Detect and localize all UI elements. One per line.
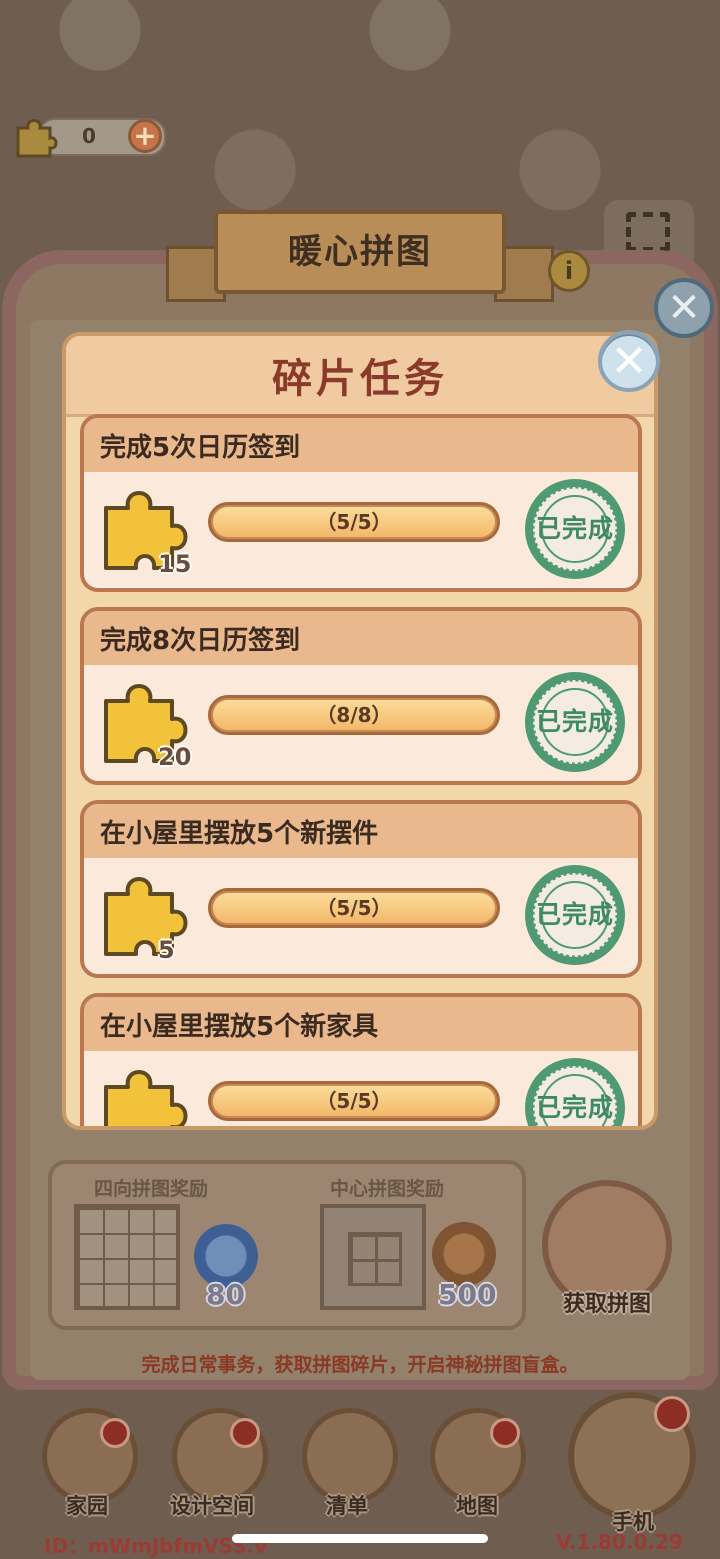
four-way-reward-label: 四向拼图奖励 — [94, 1178, 209, 1200]
completed-stamp-icon: 已完成 — [520, 667, 630, 777]
center-reward-label: 中心拼图奖励 — [330, 1178, 445, 1200]
dialog-header: 碎片任务 — [66, 336, 654, 417]
puzzle-piece-icon — [104, 877, 188, 956]
task-card: 在小屋里摆放5个新家具 5 （5/5） 已完成 — [80, 993, 642, 1126]
nav-map-label: 地图 — [456, 1494, 498, 1518]
add-currency-button[interactable]: + — [128, 119, 162, 153]
completed-stamp-icon: 已完成 — [520, 860, 630, 970]
fullscreen-icon — [626, 212, 670, 252]
leaf-coin-icon — [432, 1222, 496, 1286]
task-header: 在小屋里摆放5个新摆件 — [84, 804, 638, 858]
task-header: 完成5次日历签到 — [84, 418, 638, 472]
four-way-reward-amount: 80 — [206, 1278, 245, 1311]
four-way-puzzle-grid — [74, 1204, 180, 1310]
task-progress-bar: （5/5） — [208, 502, 500, 542]
task-card: 完成5次日历签到 15 （5/5） 已完成 — [80, 414, 642, 592]
notification-badge — [230, 1418, 260, 1448]
task-reward-amount: 20 — [158, 743, 192, 771]
task-progress-text: （5/5） — [316, 510, 392, 534]
nav-design-label: 设计空间 — [170, 1494, 254, 1518]
task-header: 完成8次日历签到 — [84, 611, 638, 665]
notification-badge — [100, 1418, 130, 1448]
task-progress-text: （8/8） — [316, 703, 392, 727]
info-button[interactable]: i — [548, 250, 590, 292]
hint-text: 完成日常事务，获取拼图碎片，开启神秘拼图盲盒。 — [141, 1354, 579, 1376]
task-status-label: 已完成 — [535, 514, 614, 543]
completed-stamp-icon: 已完成 — [520, 1053, 630, 1126]
fragment-tasks-dialog: 碎片任务 完成5次日历签到 15 （5/5） 已完成 完成8次日历签到 20 （8/8） 已完… — [62, 332, 658, 1130]
task-header: 在小屋里摆放5个新家具 — [84, 997, 638, 1051]
nav-home-label: 家园 — [66, 1494, 108, 1518]
task-progress-text: （5/5） — [316, 896, 392, 920]
version-label: V.1.80.0.29 — [556, 1530, 683, 1554]
task-reward: 5 — [98, 1061, 198, 1126]
puzzle-piece-icon — [104, 1070, 188, 1126]
task-title: 在小屋里摆放5个新摆件 — [100, 818, 379, 849]
task-status-label: 已完成 — [535, 707, 614, 736]
dialog-close-button[interactable]: ✕ — [598, 330, 660, 392]
task-status-label: 已完成 — [535, 1093, 614, 1122]
task-progress-bar: （5/5） — [208, 1081, 500, 1121]
task-card: 在小屋里摆放5个新摆件 5 （5/5） 已完成 — [80, 800, 642, 978]
puzzle-window-close-button[interactable]: ✕ — [654, 278, 714, 338]
center-reward-amount: 500 — [438, 1278, 497, 1311]
task-reward-amount: 15 — [158, 550, 192, 578]
task-title: 完成5次日历签到 — [100, 432, 301, 463]
task-reward-amount: 5 — [158, 936, 175, 964]
task-progress-text: （5/5） — [316, 1089, 392, 1113]
task-status-label: 已完成 — [535, 900, 614, 929]
puzzle-window-title-banner: 暖心拼图 — [214, 210, 506, 294]
task-card: 完成8次日历签到 20 （8/8） 已完成 — [80, 607, 642, 785]
task-progress-bar: （8/8） — [208, 695, 500, 735]
task-title: 在小屋里摆放5个新家具 — [100, 1011, 379, 1042]
task-list[interactable]: 完成5次日历签到 15 （5/5） 已完成 完成8次日历签到 20 （8/8） 已完成 在小屋里… — [78, 412, 644, 1126]
notification-badge — [490, 1418, 520, 1448]
task-reward: 15 — [98, 482, 198, 578]
completed-stamp-icon: 已完成 — [520, 474, 630, 584]
task-reward: 20 — [98, 675, 198, 771]
task-title: 完成8次日历签到 — [100, 625, 301, 656]
home-indicator[interactable] — [232, 1534, 488, 1543]
currency-count: 0 — [82, 124, 96, 148]
get-puzzle-label: 获取拼图 — [562, 1292, 651, 1317]
task-reward: 5 — [98, 868, 198, 964]
task-progress-bar: （5/5） — [208, 888, 500, 928]
puzzle-piece-icon — [16, 119, 58, 158]
dialog-title: 碎片任务 — [272, 356, 448, 402]
notification-badge — [654, 1396, 690, 1432]
center-puzzle-grid — [320, 1204, 426, 1310]
nav-list-label: 清单 — [326, 1494, 368, 1518]
puzzle-window-title: 暖心拼图 — [288, 232, 432, 272]
